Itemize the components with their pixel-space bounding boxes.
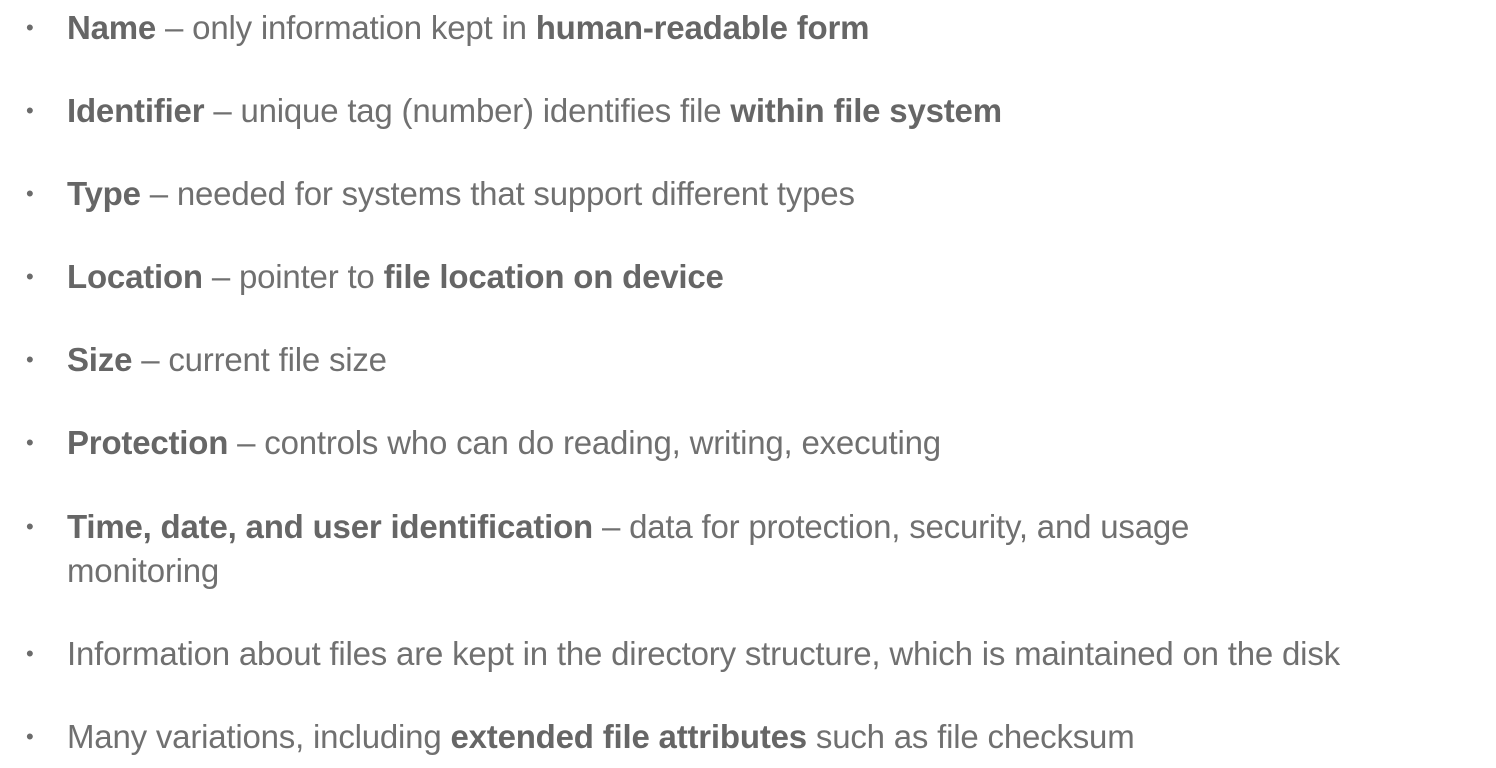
description-text: Information about files are kept in the … [67, 635, 1340, 672]
bullet-icon: • [26, 98, 34, 123]
description-text: – only information kept in [156, 9, 536, 46]
bold-term: Type [67, 175, 141, 212]
bold-term: file location on device [383, 258, 724, 295]
bullet-text: Protection – controls who can do reading… [67, 421, 1467, 465]
bold-term: Size [67, 341, 133, 378]
bullet-icon: • [26, 514, 34, 539]
description-text: – needed for systems that support differ… [140, 175, 855, 212]
bullet-text: Information about files are kept in the … [67, 632, 1467, 676]
bold-term: extended file attributes [450, 718, 807, 755]
bullet-text: Type – needed for systems that support d… [67, 172, 1467, 216]
bullet-icon: • [26, 181, 34, 206]
bold-term: within file system [730, 92, 1002, 129]
description-text: – unique tag (number) identifies file [204, 92, 731, 129]
bullet-icon: • [26, 264, 34, 289]
bullet-text: Location – pointer to file location on d… [67, 255, 1467, 299]
bold-term: Location [67, 258, 203, 295]
bullet-icon: • [26, 724, 34, 749]
bullet-text: Name – only information kept in human-re… [67, 6, 1467, 50]
bullet-icon: • [26, 15, 34, 40]
bold-term: human-readable form [535, 9, 870, 46]
bold-term: Protection [67, 424, 229, 461]
bold-term: Time, date, and user identification [67, 508, 593, 545]
bold-term: Name [67, 9, 157, 46]
description-text: – controls who can do reading, writing, … [228, 424, 941, 461]
description-text: Many variations, including [67, 718, 451, 755]
description-text: such as file checksum [806, 718, 1135, 755]
bullet-text: Identifier – unique tag (number) identif… [67, 89, 1467, 133]
bullet-icon: • [26, 430, 34, 455]
bullet-icon: • [26, 641, 34, 666]
bullet-text: Size – current file size [67, 338, 1467, 382]
bullet-text: Time, date, and user identification – da… [67, 505, 1317, 593]
bullet-text: Many variations, including extended file… [67, 715, 1467, 759]
bullet-icon: • [26, 347, 34, 372]
bold-term: Identifier [67, 92, 205, 129]
description-text: – current file size [132, 341, 387, 378]
description-text: – pointer to [202, 258, 384, 295]
